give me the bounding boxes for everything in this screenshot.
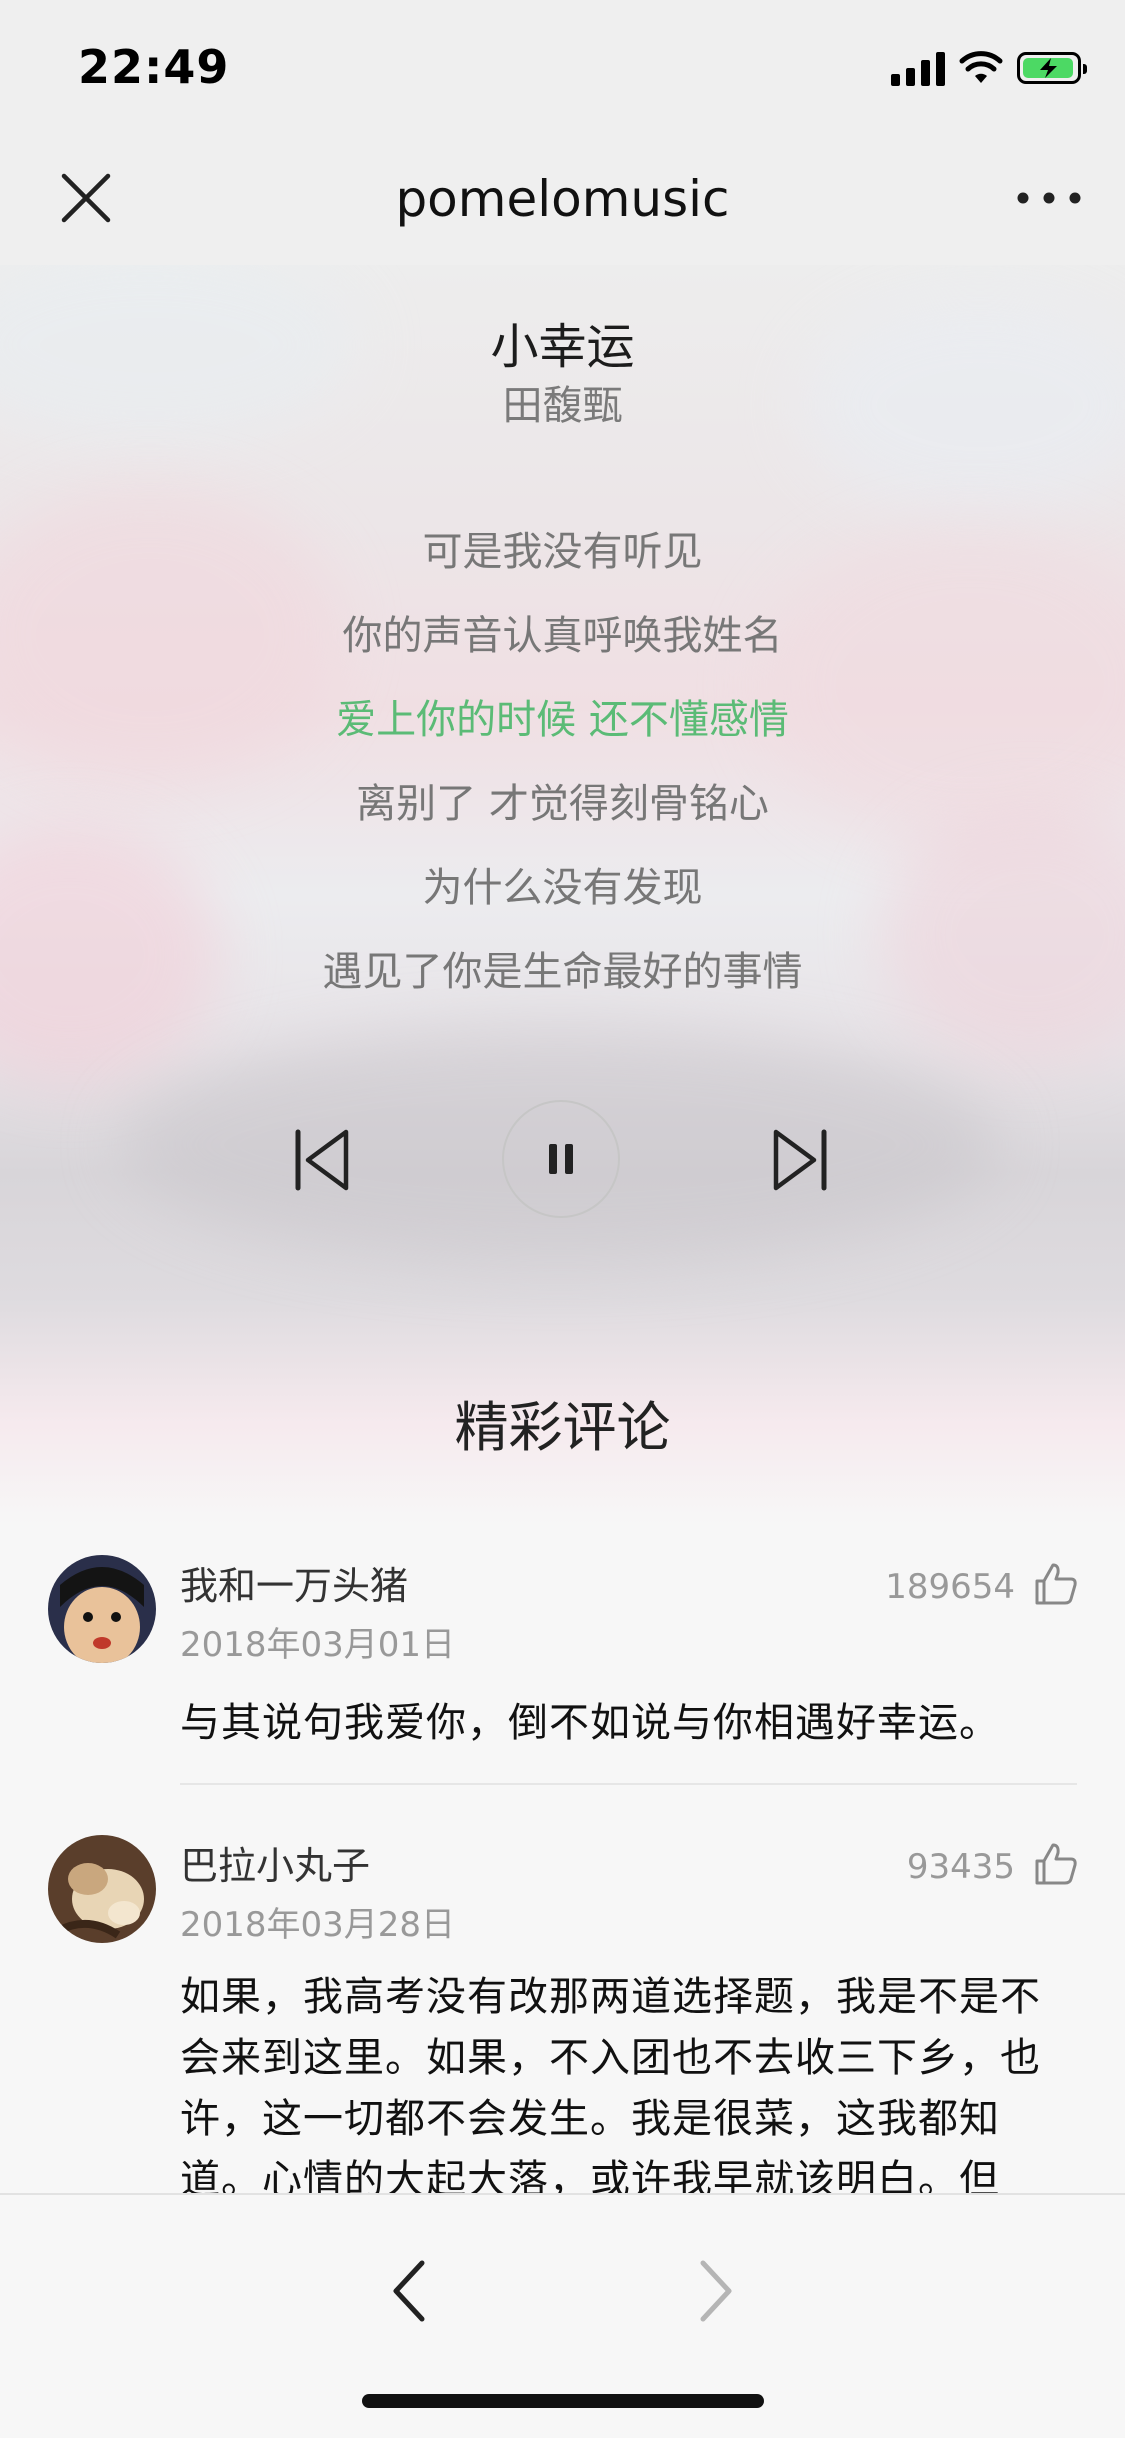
next-icon[interactable] [768,1122,830,1198]
playback-controls [0,1100,1125,1220]
page-title: pomelomusic [395,170,730,228]
comments-title: 精彩评论 [454,1396,671,1459]
lyric-line: 你的声音认真呼唤我姓名 [342,613,783,659]
nav-bar: pomelomusic [0,140,1125,265]
thumbs-up-icon[interactable] [1033,1841,1079,1887]
signal-icon [891,50,945,86]
avatar[interactable] [48,1555,156,1663]
battery-charging-icon [1017,52,1087,84]
home-indicator [362,2394,764,2408]
divider [180,1783,1077,1785]
lyric-line: 离别了 才觉得刻骨铭心 [356,781,769,827]
comment-date: 2018年03月28日 [180,1905,456,1945]
song-artist: 田馥甄 [502,383,623,429]
lyric-line: 遇见了你是生命最好的事情 [322,949,803,995]
like-count: 93435 [906,1847,1015,1887]
forward-chevron-icon[interactable] [685,2251,745,2331]
lyrics: 可是我没有听见 你的声音认真呼唤我姓名 爱上你的时候 还不懂感情 离别了 才觉得… [0,510,1125,1014]
status-time: 22:49 [78,40,230,94]
lyric-line: 为什么没有发现 [422,865,703,911]
thumbs-up-icon[interactable] [1033,1561,1079,1607]
avatar[interactable] [48,1835,156,1943]
lyric-line: 可是我没有听见 [422,529,703,575]
status-icons [891,48,1087,88]
pause-button[interactable] [502,1100,620,1218]
comment-date: 2018年03月01日 [180,1625,456,1665]
wifi-icon [959,51,1003,83]
lyric-line-active: 爱上你的时候 还不懂感情 [336,697,789,743]
comment-text: 如果，我高考没有改那两道选择题，我是不是不会来到这里。如果，不入团也不去收三下乡… [180,1974,1041,2203]
more-icon[interactable] [1009,168,1089,228]
pause-icon [549,1144,573,1174]
comment-username[interactable]: 我和一万头猪 [180,1555,408,1610]
like-count: 189654 [885,1567,1015,1607]
player-panel: 小幸运 田馥甄 可是我没有听见 你的声音认真呼唤我姓名 爱上你的时候 还不懂感情… [0,265,1125,1525]
comment-text: 与其说句我爱你，倒不如说与你相遇好幸运。 [180,1700,1000,1746]
status-bar: 22:49 [0,0,1125,140]
back-chevron-icon[interactable] [380,2251,440,2331]
comment-username[interactable]: 巴拉小丸子 [180,1835,370,1890]
previous-icon[interactable] [292,1122,354,1198]
song-title: 小幸运 [490,319,635,375]
